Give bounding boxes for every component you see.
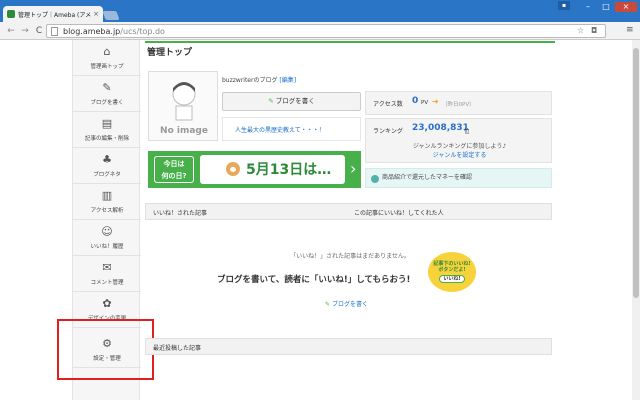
browser-titlebar: 管理トップ｜Ameba (アメーバ) × ▪ – □ × (0, 0, 640, 22)
access-previous: （昨日0PV） (442, 102, 475, 108)
sidebar-item-comment-management[interactable]: ✉ コメント管理 (73, 256, 141, 292)
likes-table-header: いいね！された記事 この記事にいいね！してくれた人 (145, 203, 552, 220)
col-liked-articles: いいね！された記事 (153, 210, 208, 217)
recent-posts-header: 最近投稿した記事 (145, 338, 552, 355)
badge-like-pill: いいね! (439, 275, 465, 283)
scrollbar-thumb[interactable] (633, 48, 639, 298)
user-profile-icon[interactable]: ▪ (558, 1, 570, 10)
url-text[interactable]: blog.ameba.jp/ucs/top.do (63, 26, 165, 37)
sidebar-item-blog-neta[interactable]: ♣ ブログネタ (73, 148, 141, 184)
badge-line2: ボタンだよ! (438, 267, 466, 273)
sidebar-item-label: 記事の編集・削除 (84, 136, 129, 142)
smile-icon: ☺ (101, 225, 113, 238)
reload-button[interactable]: C (33, 25, 45, 37)
url-path: /ucs/top.do (120, 27, 165, 36)
genre-setting-link[interactable]: ジャンルを設定する (366, 150, 553, 159)
access-unit: PV (421, 100, 429, 106)
sidebar-item-label: ブログを書く (90, 100, 124, 106)
banner-date: 5月13日は… (246, 162, 332, 178)
url-host: blog.ameba.jp (63, 27, 121, 36)
minimize-button[interactable]: – (580, 2, 596, 12)
close-window-button[interactable]: × (615, 2, 637, 12)
pen-icon: ✎ (325, 301, 331, 308)
col-liked-by: この記事にいいね！してくれた人 (354, 210, 444, 217)
access-count-box: アクセス数 0 PV ➜ （昨日0PV） (365, 91, 552, 115)
address-bar[interactable]: blog.ameba.jp/ucs/top.do ☆ ◘ (46, 24, 606, 38)
title-accent-bar (145, 41, 555, 43)
banner-line1: 今日は (163, 160, 185, 168)
browser-tab[interactable]: 管理トップ｜Ameba (アメーバ) × (3, 6, 103, 22)
avatar-label: No image (160, 126, 208, 136)
ranking-value: 23,008,831 (412, 123, 469, 133)
home-icon: ⌂ (103, 45, 111, 58)
main-content: 管理トップ No image buzzwriterのブログ [編集] ✎ ブログを… (145, 40, 555, 400)
maximize-button[interactable]: □ (598, 2, 614, 12)
back-button[interactable]: ← (5, 25, 17, 37)
access-value: 0 (412, 96, 419, 106)
sidebar-item-write-blog[interactable]: ✎ ブログを書く (73, 76, 141, 112)
genre-ranking-text: ジャンルランキングに参加しよう♪ (412, 143, 507, 150)
cta-write-link[interactable]: ✎ ブログを書く (325, 299, 368, 308)
browser-toolbar: ← → C blog.ameba.jp/ucs/top.do ☆ ◘ ≡ (0, 22, 640, 40)
pen-icon: ✎ (102, 81, 112, 94)
tab-title: 管理トップ｜Ameba (アメーバ) (18, 11, 92, 19)
ameba-favicon-icon (7, 10, 15, 18)
arrow-right-icon: ➜ (432, 97, 439, 106)
dog-icon (226, 162, 240, 176)
new-tab-button[interactable] (102, 11, 120, 20)
blog-title-link[interactable]: 人生最大の黒歴史教えて・・・！ (222, 117, 361, 141)
sidebar-item-admin-top[interactable]: ⌂ 管理画トップ (73, 40, 141, 76)
today-banner[interactable]: 今日は 何の日? 5月13日は… › (148, 151, 361, 188)
banner-date-panel: 5月13日は… (200, 155, 345, 184)
sidebar-item-label: いいね！履歴 (90, 244, 124, 250)
settings-highlight-box (57, 319, 154, 380)
forward-button[interactable]: → (19, 25, 31, 37)
sidebar-item-label: ブログネタ (93, 172, 121, 178)
cta-text: ブログを書いて、読者に「いいね!」してもらおう! (217, 275, 411, 285)
sidebar-item-label: 管理画トップ (90, 64, 124, 70)
write-blog-button[interactable]: ✎ ブログを書く (222, 92, 361, 111)
page-icon (51, 27, 58, 36)
palette-icon: ✿ (102, 297, 112, 310)
avatar[interactable]: No image (148, 71, 218, 141)
access-label: アクセス数 (373, 101, 403, 108)
sidebar-item-edit-posts[interactable]: ▤ 記事の編集・削除 (73, 112, 141, 148)
promo-text: 商品紹介で還元したマネーを確認 (382, 174, 473, 181)
banner-label: 今日は 何の日? (154, 156, 194, 183)
promo-box[interactable]: 商品紹介で還元したマネーを確認 (365, 168, 552, 188)
blog-name: buzzwriterのブログ [編集] (222, 75, 296, 84)
speech-bubble-icon: ✉ (102, 261, 112, 274)
ranking-box: ランキング 23,008,831 位 ジャンルランキングに参加しよう♪ ジャンル… (365, 118, 552, 163)
page-title: 管理トップ (147, 48, 193, 58)
camera-icon[interactable]: ◘ (591, 26, 597, 35)
write-button-label: ブログを書く (275, 97, 315, 105)
empty-likes-message: 「いいね！」された記事はまだありません。 (290, 253, 410, 260)
money-icon (371, 175, 379, 183)
edit-blog-link[interactable]: [編集] (279, 77, 296, 84)
sidebar-item-label: アクセス解析 (90, 208, 124, 214)
folder-icon: ▤ (101, 117, 113, 130)
like-button-badge: 記事下のいいね! ボタンだよ! いいね! (428, 252, 476, 292)
sprout-icon: ♣ (102, 153, 112, 166)
ranking-unit: 位 (464, 129, 470, 135)
chevron-right-icon: › (350, 159, 357, 178)
sidebar-item-label: コメント管理 (90, 280, 124, 286)
sidebar-item-access-analysis[interactable]: ▥ アクセス解析 (73, 184, 141, 220)
bookmark-star-icon[interactable]: ☆ (577, 26, 584, 35)
browser-menu-icon[interactable]: ≡ (626, 25, 634, 35)
banner-line2: 何の日? (161, 172, 187, 180)
ranking-label: ランキング (373, 128, 403, 135)
pen-icon: ✎ (268, 97, 274, 105)
blog-name-text: buzzwriterのブログ (222, 77, 278, 84)
tab-close-icon[interactable]: × (93, 10, 99, 18)
bar-chart-icon: ▥ (101, 189, 113, 202)
cta-link-label: ブログを書く (332, 301, 369, 308)
sidebar-item-like-history[interactable]: ☺ いいね！履歴 (73, 220, 141, 256)
